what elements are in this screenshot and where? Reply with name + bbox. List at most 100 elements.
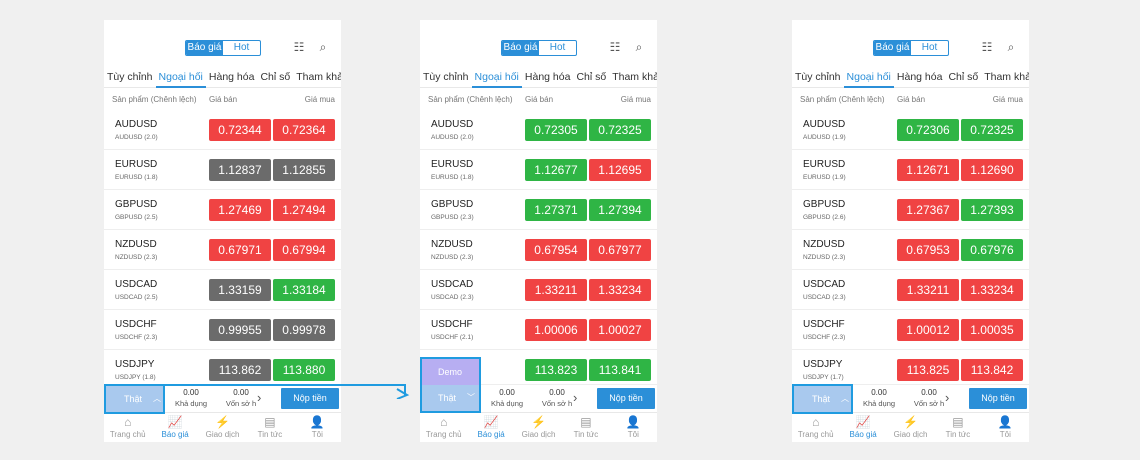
bid-price-button[interactable]: 1.27367 bbox=[897, 199, 959, 221]
list-settings-icon[interactable]: ☷ bbox=[980, 40, 994, 54]
nav-item[interactable]: ▤ Tin tức bbox=[246, 413, 293, 442]
nav-item[interactable]: ⚡ Giao dịch bbox=[887, 413, 934, 442]
category-tab[interactable]: Hàng hóa bbox=[206, 71, 258, 83]
quote-row[interactable]: NZDUSD NZDUSD (2.3) 0.67971 0.67994 bbox=[104, 230, 341, 270]
quote-row[interactable]: EURUSD EURUSD (1.9) 1.12671 1.12690 bbox=[792, 150, 1029, 190]
category-tab[interactable]: Tham khảo bbox=[609, 71, 657, 83]
nav-item[interactable]: 📈 Báo giá bbox=[151, 413, 198, 442]
quote-hot-toggle[interactable]: Báo giá Hot bbox=[501, 40, 577, 56]
category-tab[interactable]: Ngoại hối bbox=[155, 71, 207, 88]
chevron-right-icon[interactable]: › bbox=[945, 390, 949, 405]
chevron-right-icon[interactable]: › bbox=[573, 390, 577, 405]
search-icon[interactable]: ⌕ bbox=[632, 40, 646, 54]
bid-price-button[interactable]: 113.862 bbox=[209, 359, 271, 381]
nav-item[interactable]: ⚡ Giao dịch bbox=[199, 413, 246, 442]
quote-row[interactable]: GBPUSD GBPUSD (2.6) 1.27367 1.27393 bbox=[792, 190, 1029, 230]
ask-price-button[interactable]: 0.72325 bbox=[589, 119, 651, 141]
category-tab[interactable]: Ngoại hối bbox=[471, 71, 523, 88]
list-settings-icon[interactable]: ☷ bbox=[292, 40, 306, 54]
ask-price-button[interactable]: 1.33234 bbox=[961, 279, 1023, 301]
ask-price-button[interactable]: 0.67994 bbox=[273, 239, 335, 261]
quote-row[interactable]: USDCAD USDCAD (2.3) 1.33211 1.33234 bbox=[420, 270, 657, 310]
quote-row[interactable]: AUDUSD AUDUSD (1.9) 0.72306 0.72325 bbox=[792, 110, 1029, 150]
ask-price-button[interactable]: 0.72325 bbox=[961, 119, 1023, 141]
nav-item[interactable]: ⌂ Trang chủ bbox=[420, 413, 467, 442]
category-tab[interactable]: Tham khảo bbox=[981, 71, 1029, 83]
bid-price-button[interactable]: 1.12837 bbox=[209, 159, 271, 181]
nav-item[interactable]: 👤 Tôi bbox=[294, 413, 341, 442]
ask-price-button[interactable]: 0.99978 bbox=[273, 319, 335, 341]
nav-item[interactable]: 👤 Tôi bbox=[982, 413, 1029, 442]
ask-price-button[interactable]: 1.00027 bbox=[589, 319, 651, 341]
ask-price-button[interactable]: 1.33184 bbox=[273, 279, 335, 301]
quote-row[interactable]: USDCHF USDCHF (2.3) 1.00012 1.00035 bbox=[792, 310, 1029, 350]
quote-row[interactable]: EURUSD EURUSD (1.8) 1.12837 1.12855 bbox=[104, 150, 341, 190]
nav-item[interactable]: ▤ Tin tức bbox=[562, 413, 609, 442]
list-settings-icon[interactable]: ☷ bbox=[608, 40, 622, 54]
ask-price-button[interactable]: 0.72364 bbox=[273, 119, 335, 141]
bid-price-button[interactable]: 1.00006 bbox=[525, 319, 587, 341]
deposit-button[interactable]: Nộp tiền bbox=[969, 388, 1027, 409]
ask-price-button[interactable]: 1.33234 bbox=[589, 279, 651, 301]
nav-item[interactable]: 📈 Báo giá bbox=[467, 413, 514, 442]
bid-price-button[interactable]: 0.67954 bbox=[525, 239, 587, 261]
search-icon[interactable]: ⌕ bbox=[316, 40, 330, 54]
quote-hot-toggle[interactable]: Báo giá Hot bbox=[185, 40, 261, 56]
bid-price-button[interactable]: 0.67971 bbox=[209, 239, 271, 261]
ask-price-button[interactable]: 0.67976 bbox=[961, 239, 1023, 261]
tab-hot[interactable]: Hot bbox=[539, 41, 576, 55]
quote-hot-toggle[interactable]: Báo giá Hot bbox=[873, 40, 949, 56]
category-tab[interactable]: Chỉ số bbox=[257, 71, 293, 83]
ask-price-button[interactable]: 113.841 bbox=[589, 359, 651, 381]
nav-item[interactable]: 👤 Tôi bbox=[610, 413, 657, 442]
bid-price-button[interactable]: 1.33211 bbox=[897, 279, 959, 301]
quote-row[interactable]: USDCAD USDCAD (2.3) 1.33211 1.33234 bbox=[792, 270, 1029, 310]
ask-price-button[interactable]: 1.27393 bbox=[961, 199, 1023, 221]
bid-price-button[interactable]: 0.99955 bbox=[209, 319, 271, 341]
nav-item[interactable]: ▤ Tin tức bbox=[934, 413, 981, 442]
category-tab[interactable]: Hàng hóa bbox=[894, 71, 946, 83]
category-tab[interactable]: Tùy chỉnh bbox=[420, 71, 472, 83]
tab-hot[interactable]: Hot bbox=[223, 41, 260, 55]
ask-price-button[interactable]: 1.27394 bbox=[589, 199, 651, 221]
bid-price-button[interactable]: 113.825 bbox=[897, 359, 959, 381]
category-tab[interactable]: Chỉ số bbox=[945, 71, 981, 83]
quote-row[interactable]: NZDUSD NZDUSD (2.3) 0.67953 0.67976 bbox=[792, 230, 1029, 270]
nav-item[interactable]: ⚡ Giao dịch bbox=[515, 413, 562, 442]
bid-price-button[interactable]: 1.00012 bbox=[897, 319, 959, 341]
category-tab[interactable]: Chỉ số bbox=[573, 71, 609, 83]
bid-price-button[interactable]: 0.67953 bbox=[897, 239, 959, 261]
ask-price-button[interactable]: 1.12690 bbox=[961, 159, 1023, 181]
bid-price-button[interactable]: 1.33211 bbox=[525, 279, 587, 301]
quote-row[interactable]: AUDUSD AUDUSD (2.0) 0.72305 0.72325 bbox=[420, 110, 657, 150]
tab-quotes[interactable]: Báo giá bbox=[186, 41, 223, 55]
category-tab[interactable]: Tham khảo bbox=[293, 71, 341, 83]
quote-row[interactable]: USDCHF USDCHF (2.1) 1.00006 1.00027 bbox=[420, 310, 657, 350]
bid-price-button[interactable]: 113.823 bbox=[525, 359, 587, 381]
ask-price-button[interactable]: 1.12695 bbox=[589, 159, 651, 181]
ask-price-button[interactable]: 113.842 bbox=[961, 359, 1023, 381]
bid-price-button[interactable]: 1.27371 bbox=[525, 199, 587, 221]
ask-price-button[interactable]: 1.27494 bbox=[273, 199, 335, 221]
ask-price-button[interactable]: 1.00035 bbox=[961, 319, 1023, 341]
ask-price-button[interactable]: 113.880 bbox=[273, 359, 335, 381]
quote-row[interactable]: EURUSD EURUSD (1.8) 1.12677 1.12695 bbox=[420, 150, 657, 190]
tab-quotes[interactable]: Báo giá bbox=[502, 41, 539, 55]
nav-item[interactable]: ⌂ Trang chủ bbox=[792, 413, 839, 442]
quote-row[interactable]: USDCAD USDCAD (2.5) 1.33159 1.33184 bbox=[104, 270, 341, 310]
bid-price-button[interactable]: 0.72305 bbox=[525, 119, 587, 141]
bid-price-button[interactable]: 1.12671 bbox=[897, 159, 959, 181]
bid-price-button[interactable]: 0.72344 bbox=[209, 119, 271, 141]
ask-price-button[interactable]: 0.67977 bbox=[589, 239, 651, 261]
quote-row[interactable]: NZDUSD NZDUSD (2.3) 0.67954 0.67977 bbox=[420, 230, 657, 270]
quote-row[interactable]: USDCHF USDCHF (2.3) 0.99955 0.99978 bbox=[104, 310, 341, 350]
quote-row[interactable]: GBPUSD GBPUSD (2.3) 1.27371 1.27394 bbox=[420, 190, 657, 230]
category-tab[interactable]: Tùy chỉnh bbox=[104, 71, 156, 83]
bid-price-button[interactable]: 1.12677 bbox=[525, 159, 587, 181]
category-tab[interactable]: Hàng hóa bbox=[522, 71, 574, 83]
bid-price-button[interactable]: 0.72306 bbox=[897, 119, 959, 141]
ask-price-button[interactable]: 1.12855 bbox=[273, 159, 335, 181]
bid-price-button[interactable]: 1.27469 bbox=[209, 199, 271, 221]
nav-item[interactable]: ⌂ Trang chủ bbox=[104, 413, 151, 442]
search-icon[interactable]: ⌕ bbox=[1004, 40, 1018, 54]
